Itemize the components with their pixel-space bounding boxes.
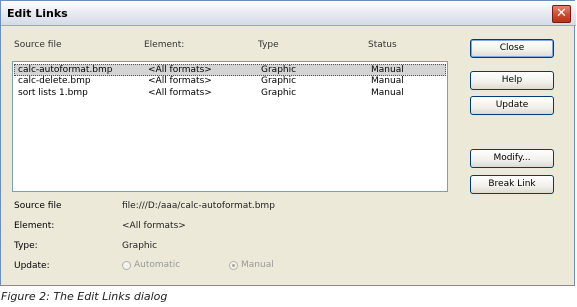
update-automatic-label: Automatic	[134, 260, 181, 270]
type-label: Type:	[14, 241, 38, 251]
radio-unselected-icon	[122, 260, 131, 270]
break-link-button[interactable]: Break Link	[470, 175, 554, 194]
title-bar[interactable]: Edit Links ✕	[1, 1, 576, 26]
list-item[interactable]: calc-autoformat.bmp <All formats> Graphi…	[14, 64, 446, 76]
column-header-element: Element:	[144, 40, 185, 50]
close-window-icon[interactable]: ✕	[552, 5, 571, 23]
update-manual-radio[interactable]: Manual	[229, 260, 274, 270]
row-element: <All formats>	[148, 88, 212, 98]
row-type: Graphic	[261, 76, 297, 86]
row-type: Graphic	[261, 88, 297, 98]
column-header-type: Type	[258, 40, 279, 50]
row-status: Manual	[371, 88, 404, 98]
dialog-title: Edit Links	[7, 7, 68, 20]
element-value: <All formats>	[122, 221, 186, 231]
list-item[interactable]: calc-delete.bmp <All formats> Graphic Ma…	[14, 76, 446, 88]
row-element: <All formats>	[148, 65, 212, 75]
row-status: Manual	[371, 65, 404, 75]
row-source-file: sort lists 1.bmp	[18, 88, 88, 98]
column-header-status: Status	[368, 40, 397, 50]
row-status: Manual	[371, 76, 404, 86]
row-element: <All formats>	[148, 76, 212, 86]
update-manual-label: Manual	[241, 260, 274, 270]
figure-caption: Figure 2: The Edit Links dialog	[1, 290, 168, 303]
update-automatic-radio[interactable]: Automatic	[122, 260, 180, 270]
update-label: Update:	[14, 261, 50, 271]
source-file-value: file:///D:/aaa/calc-autoformat.bmp	[122, 201, 275, 211]
edit-links-dialog: Edit Links ✕ Source file Element: Type S…	[0, 0, 576, 286]
list-item[interactable]: sort lists 1.bmp <All formats> Graphic M…	[14, 88, 446, 100]
type-value: Graphic	[122, 241, 158, 251]
update-button[interactable]: Update	[470, 96, 554, 115]
row-source-file: calc-autoformat.bmp	[18, 65, 113, 75]
row-type: Graphic	[261, 65, 297, 75]
help-button[interactable]: Help	[470, 71, 554, 90]
column-header-source-file: Source file	[14, 40, 62, 50]
row-source-file: calc-delete.bmp	[18, 76, 91, 86]
radio-selected-icon	[229, 260, 238, 270]
close-button[interactable]: Close	[470, 39, 554, 58]
modify-button[interactable]: Modify...	[470, 149, 554, 168]
source-file-label: Source file	[14, 201, 62, 211]
links-list[interactable]: calc-autoformat.bmp <All formats> Graphi…	[12, 61, 448, 192]
element-label: Element:	[14, 221, 55, 231]
